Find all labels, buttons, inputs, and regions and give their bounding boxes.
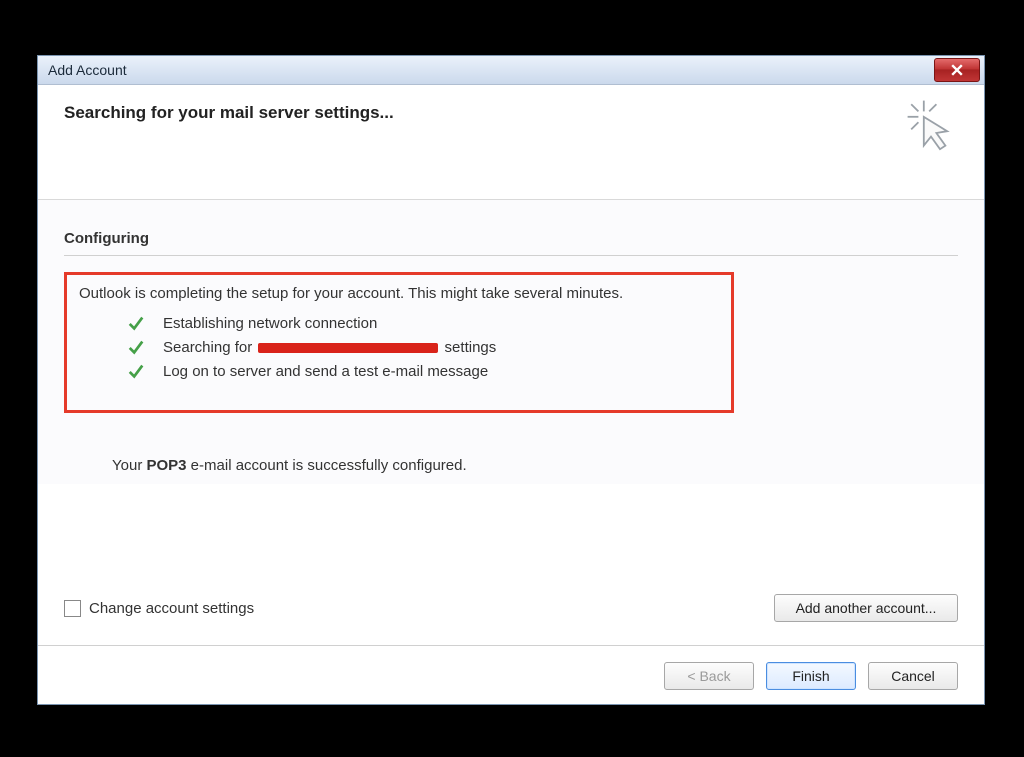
highlight-box: Outlook is completing the setup for your… <box>64 272 734 413</box>
checkmark-icon <box>127 362 145 380</box>
page-heading: Searching for your mail server settings.… <box>64 103 958 123</box>
step-network: Establishing network connection <box>127 314 719 332</box>
checkbox-label: Change account settings <box>89 600 254 617</box>
steps-list: Establishing network connection Searchin… <box>127 314 719 380</box>
cursor-spark-icon <box>904 97 958 151</box>
body-area: Configuring Outlook is completing the se… <box>38 200 984 484</box>
back-button: < Back <box>664 662 754 690</box>
configuring-label: Configuring <box>64 230 958 247</box>
step-label: Searching for settings <box>163 339 496 356</box>
add-another-account-button[interactable]: Add another account... <box>774 594 958 622</box>
checkmark-icon <box>127 338 145 356</box>
cancel-button[interactable]: Cancel <box>868 662 958 690</box>
titlebar: Add Account <box>38 56 984 85</box>
success-prefix: Your <box>112 457 146 474</box>
step-suffix: settings <box>440 339 496 356</box>
change-settings-checkbox[interactable]: Change account settings <box>64 600 254 617</box>
step-label: Establishing network connection <box>163 315 377 332</box>
checkmark-icon <box>127 314 145 332</box>
success-message: Your POP3 e-mail account is successfully… <box>112 457 958 474</box>
intro-text: Outlook is completing the setup for your… <box>79 285 719 302</box>
step-logon: Log on to server and send a test e-mail … <box>127 362 719 380</box>
header-zone: Searching for your mail server settings.… <box>38 85 984 200</box>
step-prefix: Searching for <box>163 339 256 356</box>
finish-button[interactable]: Finish <box>766 662 856 690</box>
redacted-email <box>258 343 438 353</box>
options-bar: Change account settings Add another acco… <box>64 594 958 622</box>
close-button[interactable] <box>934 58 980 82</box>
divider <box>64 255 958 256</box>
footer-divider <box>38 645 984 646</box>
close-icon <box>951 64 963 76</box>
success-suffix: e-mail account is successfully configure… <box>187 457 467 474</box>
step-searching: Searching for settings <box>127 338 719 356</box>
footer-buttons: < Back Finish Cancel <box>664 662 958 690</box>
step-label: Log on to server and send a test e-mail … <box>163 363 488 380</box>
window-title: Add Account <box>48 62 127 78</box>
checkbox-box <box>64 600 81 617</box>
add-account-dialog: Add Account Searching for your mail serv… <box>37 55 985 705</box>
success-protocol: POP3 <box>146 457 186 474</box>
